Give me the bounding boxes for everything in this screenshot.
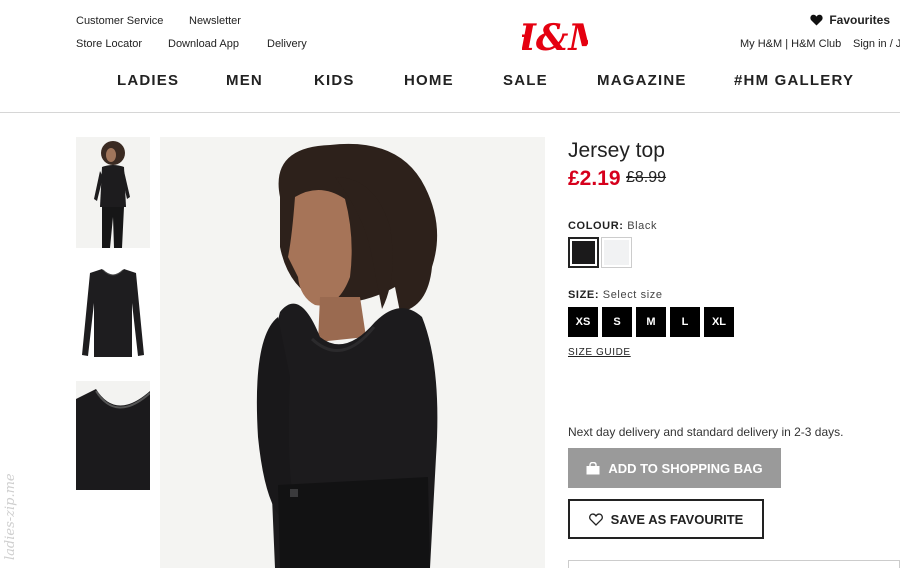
detail-thumbnail-image [76, 381, 150, 490]
size-value: Select size [602, 289, 663, 301]
add-to-bag-button[interactable]: ADD TO SHOPPING BAG [568, 448, 781, 488]
newsletter-link[interactable]: Newsletter [189, 15, 241, 27]
thumbnail-detail[interactable] [76, 381, 150, 490]
size-l-button[interactable]: L [670, 307, 700, 337]
size-xl-button[interactable]: XL [704, 307, 734, 337]
nav-sale[interactable]: SALE [503, 72, 548, 89]
favourites-label: Favourites [829, 13, 890, 27]
nav-hm-gallery[interactable]: #HM GALLERY [734, 72, 854, 89]
model-photo [160, 137, 545, 568]
thumbnail-model[interactable] [76, 137, 150, 248]
nav-men[interactable]: MEN [226, 72, 263, 89]
heart-icon [810, 14, 823, 26]
garment-thumbnail-image [76, 263, 150, 358]
size-label: SIZE: [568, 289, 600, 301]
add-to-bag-label: ADD TO SHOPPING BAG [608, 460, 763, 476]
sign-in-link[interactable]: Sign in / J [853, 38, 900, 50]
colour-value: Black [627, 220, 658, 232]
shopping-bag-icon [586, 461, 600, 474]
size-guide-link[interactable]: SIZE GUIDE [568, 347, 631, 358]
hm-logo-text: H&M [522, 17, 588, 59]
delivery-info: Next day delivery and standard delivery … [568, 425, 844, 439]
nav-home[interactable]: HOME [404, 72, 454, 89]
swatch-black[interactable] [568, 237, 599, 268]
sale-price: £2.19 [568, 167, 621, 190]
download-app-link[interactable]: Download App [168, 38, 239, 50]
size-xs-button[interactable]: XS [568, 307, 598, 337]
store-locator-link[interactable]: Store Locator [76, 38, 142, 50]
original-price: £8.99 [626, 169, 667, 186]
size-m-button[interactable]: M [636, 307, 666, 337]
delivery-link[interactable]: Delivery [267, 38, 307, 50]
thumbnail-garment[interactable] [76, 263, 150, 358]
save-favourite-label: SAVE AS FAVOURITE [610, 511, 744, 527]
main-nav: LADIES MEN KIDS HOME SALE MAGAZINE #HM G… [0, 72, 900, 92]
save-favourite-button[interactable]: SAVE AS FAVOURITE [568, 499, 764, 539]
model-thumbnail-image [76, 137, 150, 248]
favourites-link[interactable]: Favourites [810, 13, 890, 27]
product-title: Jersey top [568, 139, 665, 162]
customer-service-link[interactable]: Customer Service [76, 15, 163, 27]
nav-ladies[interactable]: LADIES [117, 72, 179, 89]
swatch-white-fill [604, 240, 629, 265]
swatch-white[interactable] [601, 237, 632, 268]
colour-row: COLOUR: Black [568, 220, 657, 232]
watermark: ladies-zip.me [3, 473, 18, 560]
size-row: SIZE: Select size [568, 289, 663, 301]
swatch-black-fill [572, 241, 595, 264]
nav-kids[interactable]: KIDS [314, 72, 355, 89]
colour-label: COLOUR: [568, 220, 624, 232]
size-s-button[interactable]: S [602, 307, 632, 337]
nav-magazine[interactable]: MAGAZINE [597, 72, 687, 89]
main-product-image[interactable] [160, 137, 545, 568]
hm-logo[interactable]: H&M [522, 10, 588, 60]
site-header: Customer Service Newsletter Store Locato… [0, 0, 900, 113]
heart-outline-icon [588, 512, 603, 526]
my-hm-club-link[interactable]: My H&M | H&M Club [740, 38, 841, 50]
info-panel-edge [568, 560, 900, 568]
